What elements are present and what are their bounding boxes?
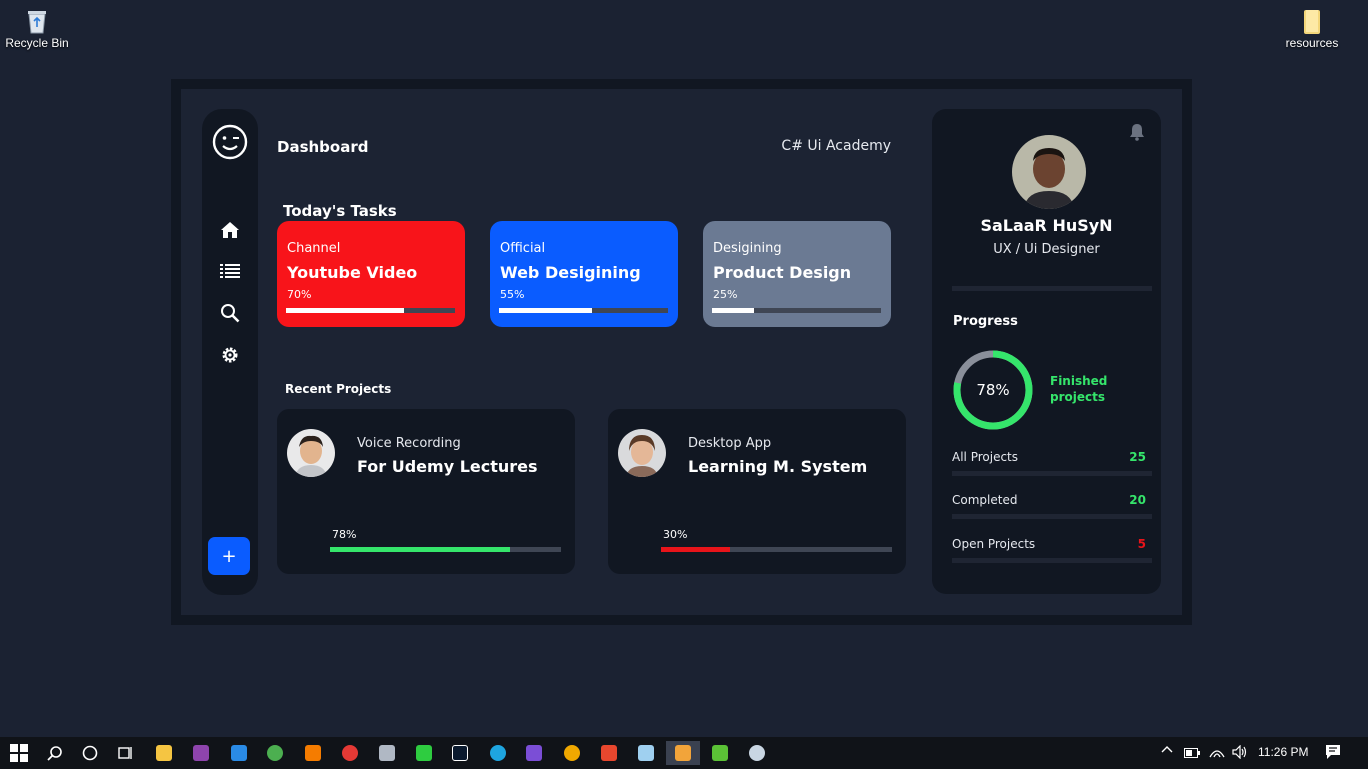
project-card[interactable]: Desktop App Learning M. System 30%	[608, 409, 906, 574]
task-category: Channel	[287, 241, 341, 256]
wifi-icon[interactable]	[1209, 745, 1225, 762]
stat-value: 25	[1129, 450, 1146, 464]
volume-icon[interactable]	[1232, 744, 1248, 762]
tasks-heading: Today's Tasks	[283, 202, 397, 220]
red-app-icon[interactable]	[597, 741, 621, 765]
project-percent: 30%	[663, 528, 688, 541]
dashboard-app: + Dashboard C# Ui Academy Today's Tasks …	[181, 89, 1182, 615]
taskbar-search-icon[interactable]	[43, 741, 67, 765]
project-name: Learning M. System	[688, 457, 868, 476]
task-card[interactable]: Desigining Product Design 25%	[703, 221, 891, 327]
project-avatar	[287, 429, 335, 477]
database-icon[interactable]	[375, 741, 399, 765]
vs-code-icon[interactable]	[522, 741, 546, 765]
paint-icon[interactable]	[745, 741, 769, 765]
add-button[interactable]: +	[208, 537, 250, 575]
stat-divider	[952, 471, 1152, 476]
windows-start-icon[interactable]	[7, 741, 31, 765]
brand-label: C# Ui Academy	[781, 138, 891, 154]
active-app-icon[interactable]	[666, 741, 700, 765]
project-progress-bar	[330, 547, 561, 552]
project-category: Voice Recording	[357, 436, 461, 451]
progress-ring-label: 78%	[976, 381, 1010, 399]
stat-label: Completed	[952, 493, 1018, 507]
folder-icon	[1300, 8, 1324, 34]
file-explorer-icon[interactable]	[152, 741, 176, 765]
task-progress-fill	[712, 308, 755, 313]
profile-divider	[952, 286, 1152, 291]
task-percent: 25%	[713, 288, 738, 301]
task-view-icon[interactable]	[114, 741, 138, 765]
cortana-icon[interactable]	[78, 741, 102, 765]
project-percent: 78%	[332, 528, 357, 541]
task-progress-fill	[499, 308, 592, 313]
project-avatar	[618, 429, 666, 477]
task-name: Web Desigining	[500, 263, 641, 282]
profile-panel: SaLaaR HuSyN UX / Ui Designer Progress 7…	[932, 109, 1161, 594]
stat-divider	[952, 514, 1152, 519]
task-percent: 70%	[287, 288, 312, 301]
task-progress-fill	[286, 308, 405, 313]
project-name: For Udemy Lectures	[357, 457, 538, 476]
task-card[interactable]: Channel Youtube Video 70%	[277, 221, 465, 327]
project-card[interactable]: Voice Recording For Udemy Lectures 78%	[277, 409, 575, 574]
projects-heading: Recent Projects	[285, 382, 392, 396]
sidebar: +	[202, 109, 258, 595]
search-icon[interactable]	[215, 298, 245, 328]
stat-value: 5	[1137, 537, 1146, 551]
browser-app-icon[interactable]	[263, 741, 287, 765]
project-progress-fill	[661, 547, 731, 552]
resources-desktop-icon[interactable]: resources	[1272, 8, 1352, 50]
clock[interactable]: 11:26 PM	[1258, 745, 1308, 759]
notifications-icon[interactable]	[1325, 744, 1341, 763]
project-category: Desktop App	[688, 436, 772, 451]
task-progress-bar	[712, 308, 881, 313]
battery-icon[interactable]	[1184, 747, 1200, 761]
task-name: Product Design	[713, 263, 852, 282]
stat-label: All Projects	[952, 450, 1018, 464]
recycle-bin-desktop-icon[interactable]: Recycle Bin	[0, 8, 77, 50]
stat-value: 20	[1129, 493, 1146, 507]
profile-role: UX / Ui Designer	[993, 242, 1100, 257]
mail-icon[interactable]	[227, 741, 251, 765]
taskbar: 11:26 PM	[0, 737, 1368, 769]
task-name: Youtube Video	[287, 263, 418, 282]
tool-app-icon[interactable]	[560, 741, 584, 765]
photoshop-icon[interactable]	[448, 741, 472, 765]
recycle-bin-icon	[25, 8, 49, 34]
notepad-icon[interactable]	[634, 741, 658, 765]
project-progress-bar	[661, 547, 892, 552]
tray-chevron-icon[interactable]	[1161, 744, 1173, 759]
bell-icon[interactable]	[1129, 123, 1145, 145]
profile-name: SaLaaR HuSyN	[980, 216, 1113, 235]
project-progress-fill	[330, 547, 511, 552]
task-progress-bar	[499, 308, 668, 313]
progress-heading: Progress	[953, 314, 1018, 329]
profile-avatar	[1012, 135, 1086, 209]
home-icon[interactable]	[215, 215, 245, 245]
camtasia-icon[interactable]	[708, 741, 732, 765]
app-window: + Dashboard C# Ui Academy Today's Tasks …	[171, 79, 1192, 625]
task-progress-bar	[286, 308, 455, 313]
task-percent: 55%	[500, 288, 525, 301]
task-card[interactable]: Official Web Desigining 55%	[490, 221, 678, 327]
resources-label: resources	[1285, 36, 1339, 50]
green-app-icon[interactable]	[412, 741, 436, 765]
xampp-icon[interactable]	[301, 741, 325, 765]
edge-icon[interactable]	[486, 741, 510, 765]
settings-icon[interactable]	[215, 340, 245, 370]
stat-label: Open Projects	[952, 537, 1036, 551]
list-icon[interactable]	[215, 256, 245, 286]
paint-app-icon[interactable]	[338, 741, 362, 765]
page-title: Dashboard	[277, 138, 369, 156]
visual-studio-icon[interactable]	[189, 741, 213, 765]
smile-logo-icon[interactable]	[211, 123, 249, 161]
task-category: Desigining	[713, 241, 782, 256]
stat-divider	[952, 558, 1152, 563]
recycle-bin-label: Recycle Bin	[5, 36, 69, 50]
finished-projects-label: Finished projects	[1050, 374, 1108, 404]
task-category: Official	[500, 241, 546, 256]
